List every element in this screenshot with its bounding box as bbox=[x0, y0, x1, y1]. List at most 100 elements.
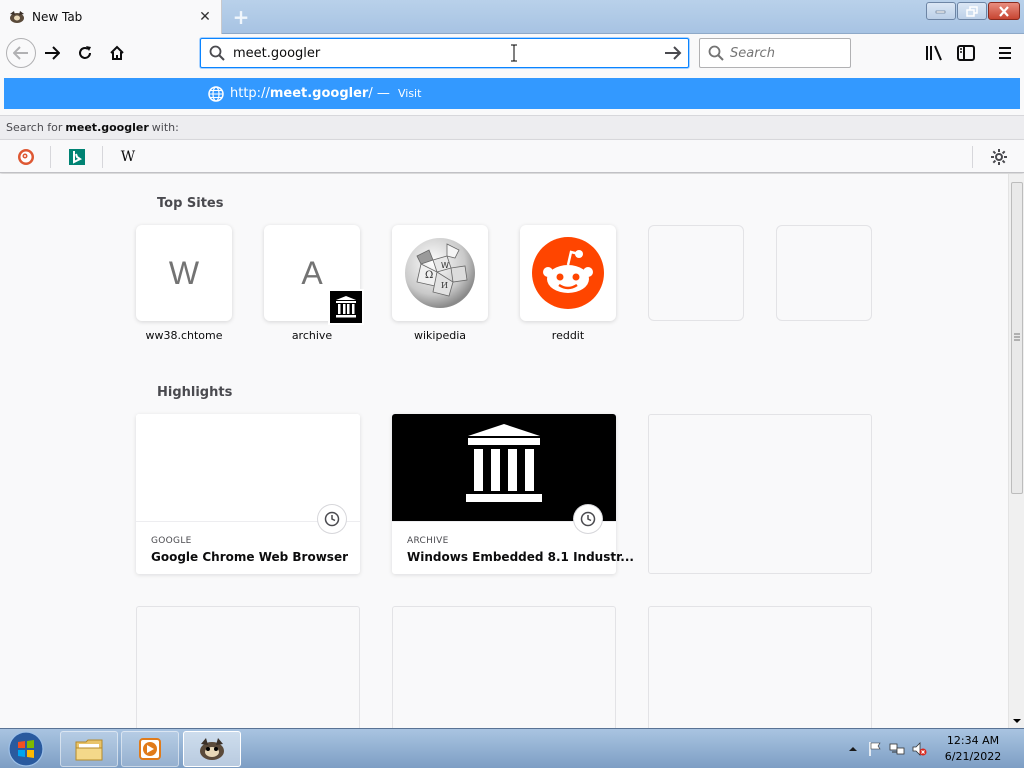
firefox-favicon-icon bbox=[8, 9, 26, 25]
top-site-label: wikipedia bbox=[413, 329, 466, 342]
volume-muted-icon[interactable] bbox=[910, 740, 928, 758]
card-title: Windows Embedded 8.1 Industr... bbox=[407, 550, 634, 564]
top-site-archive[interactable]: A archive bbox=[264, 225, 364, 342]
wikipedia-icon[interactable]: W bbox=[117, 146, 139, 168]
site-letter-icon: W bbox=[168, 254, 200, 291]
clock-icon bbox=[318, 505, 346, 533]
top-site-label: ww38.chtome bbox=[145, 329, 223, 342]
clock-time: 12:34 AM bbox=[946, 734, 1000, 747]
close-tab-icon[interactable]: ✕ bbox=[197, 9, 213, 25]
tab-new-tab[interactable]: New Tab ✕ bbox=[0, 0, 222, 34]
card-image bbox=[136, 414, 360, 533]
top-sites-title: Top Sites bbox=[157, 196, 224, 211]
card-source: ARCHIVE bbox=[407, 536, 449, 546]
engine-separator bbox=[50, 146, 51, 168]
top-site-tile[interactable]: A bbox=[264, 225, 364, 325]
windows-taskbar: 12:34 AM 6/21/2022 bbox=[0, 728, 1024, 768]
home-icon bbox=[110, 45, 124, 60]
duckduckgo-icon[interactable] bbox=[15, 146, 37, 168]
svg-text:W: W bbox=[441, 261, 449, 270]
top-site-label: archive bbox=[291, 329, 333, 342]
top-site-tile[interactable]: W bbox=[136, 225, 232, 321]
search-with-term: meet.googler bbox=[65, 121, 149, 134]
home-button[interactable] bbox=[103, 39, 131, 67]
highlights-title: Highlights bbox=[157, 385, 233, 400]
sidebar-icon bbox=[957, 45, 975, 61]
gear-icon[interactable] bbox=[988, 146, 1010, 168]
library-button[interactable] bbox=[920, 39, 948, 67]
reddit-alien-icon bbox=[532, 237, 604, 309]
archive-temple-icon bbox=[466, 423, 542, 502]
taskbar-firefox-button[interactable] bbox=[183, 731, 241, 767]
taskbar-explorer-button[interactable] bbox=[60, 731, 118, 767]
one-off-search-engines: W bbox=[0, 139, 1024, 173]
media-player-icon bbox=[139, 738, 161, 760]
top-site-empty bbox=[776, 225, 872, 321]
card-source: GOOGLE bbox=[151, 536, 192, 546]
new-tab-button[interactable]: + bbox=[228, 4, 254, 30]
bing-icon[interactable] bbox=[66, 146, 88, 168]
vertical-scrollbar[interactable] bbox=[1008, 174, 1024, 728]
url-bar[interactable]: meet.googler bbox=[200, 38, 689, 68]
highlight-card-google[interactable]: GOOGLE Google Chrome Web Browser bbox=[136, 414, 360, 574]
sidebar-button[interactable] bbox=[952, 39, 980, 67]
search-with-suffix: with: bbox=[151, 121, 179, 134]
autocomplete-visit-row[interactable]: http://meet.googler / — Visit bbox=[4, 78, 1020, 109]
popup-visit-action: Visit bbox=[397, 87, 422, 100]
hamburger-menu-icon bbox=[999, 47, 1011, 59]
arrow-right-icon bbox=[45, 46, 60, 60]
search-with-label: Search for meet.googler with: bbox=[0, 115, 1024, 139]
scroll-down-arrow-icon bbox=[1013, 719, 1021, 723]
reload-button[interactable] bbox=[71, 39, 99, 67]
grip-icon bbox=[1014, 333, 1020, 341]
go-arrow-icon[interactable] bbox=[664, 45, 682, 61]
minimize-window-button[interactable] bbox=[926, 2, 956, 20]
reload-icon bbox=[79, 46, 91, 59]
search-icon bbox=[209, 45, 225, 61]
highlight-card-empty bbox=[136, 606, 360, 728]
archive-temple-icon bbox=[328, 289, 364, 325]
action-center-flag-icon[interactable] bbox=[866, 740, 884, 758]
search-with-prefix: Search for bbox=[6, 121, 63, 134]
start-button[interactable] bbox=[4, 730, 48, 768]
close-window-button[interactable] bbox=[988, 2, 1020, 20]
highlight-card-empty bbox=[392, 606, 616, 728]
text-cursor-icon bbox=[511, 44, 517, 65]
new-tab-page: Top Sites W ww38.chtome A archive Ω W И … bbox=[0, 174, 1008, 728]
engine-separator bbox=[102, 146, 103, 168]
top-site-tile[interactable] bbox=[520, 225, 616, 321]
windows-start-icon bbox=[8, 731, 44, 767]
folder-icon bbox=[75, 739, 103, 761]
scrollbar-thumb[interactable] bbox=[1011, 182, 1023, 494]
taskbar-media-player-button[interactable] bbox=[121, 731, 179, 767]
globe-icon bbox=[208, 85, 224, 102]
search-icon bbox=[708, 45, 724, 61]
forward-button[interactable] bbox=[38, 39, 66, 67]
taskbar-clock[interactable]: 12:34 AM 6/21/2022 bbox=[940, 733, 1006, 765]
back-button[interactable] bbox=[6, 38, 36, 68]
system-tray bbox=[842, 737, 930, 761]
empty-site-placeholder bbox=[776, 225, 872, 321]
url-input[interactable]: meet.googler bbox=[233, 46, 664, 61]
svg-text:И: И bbox=[441, 281, 448, 290]
menu-button[interactable] bbox=[991, 39, 1019, 67]
highlight-card-archive[interactable]: ARCHIVE Windows Embedded 8.1 Industr... bbox=[392, 414, 634, 574]
top-site-ww38[interactable]: W ww38.chtome bbox=[136, 225, 232, 342]
tab-strip: New Tab ✕ + bbox=[0, 0, 1024, 34]
highlight-card-empty bbox=[648, 606, 872, 728]
network-icon[interactable] bbox=[888, 740, 906, 758]
top-site-label: reddit bbox=[551, 329, 585, 342]
site-letter-icon: A bbox=[301, 254, 323, 291]
top-site-wikipedia[interactable]: Ω W И wikipedia bbox=[392, 225, 488, 342]
top-site-tile[interactable]: Ω W И bbox=[392, 225, 488, 321]
restore-window-button[interactable] bbox=[957, 2, 987, 20]
top-site-empty bbox=[648, 225, 744, 321]
show-hidden-icons-chevron-icon[interactable] bbox=[844, 740, 862, 758]
wikipedia-globe-icon: Ω W И bbox=[405, 238, 475, 308]
popup-url-prefix: http:// bbox=[230, 86, 270, 101]
tab-title: New Tab bbox=[32, 10, 83, 24]
search-input[interactable] bbox=[730, 45, 840, 61]
top-site-reddit[interactable]: reddit bbox=[520, 225, 616, 342]
search-box[interactable] bbox=[699, 38, 851, 68]
card-title: Google Chrome Web Browser bbox=[151, 550, 348, 564]
